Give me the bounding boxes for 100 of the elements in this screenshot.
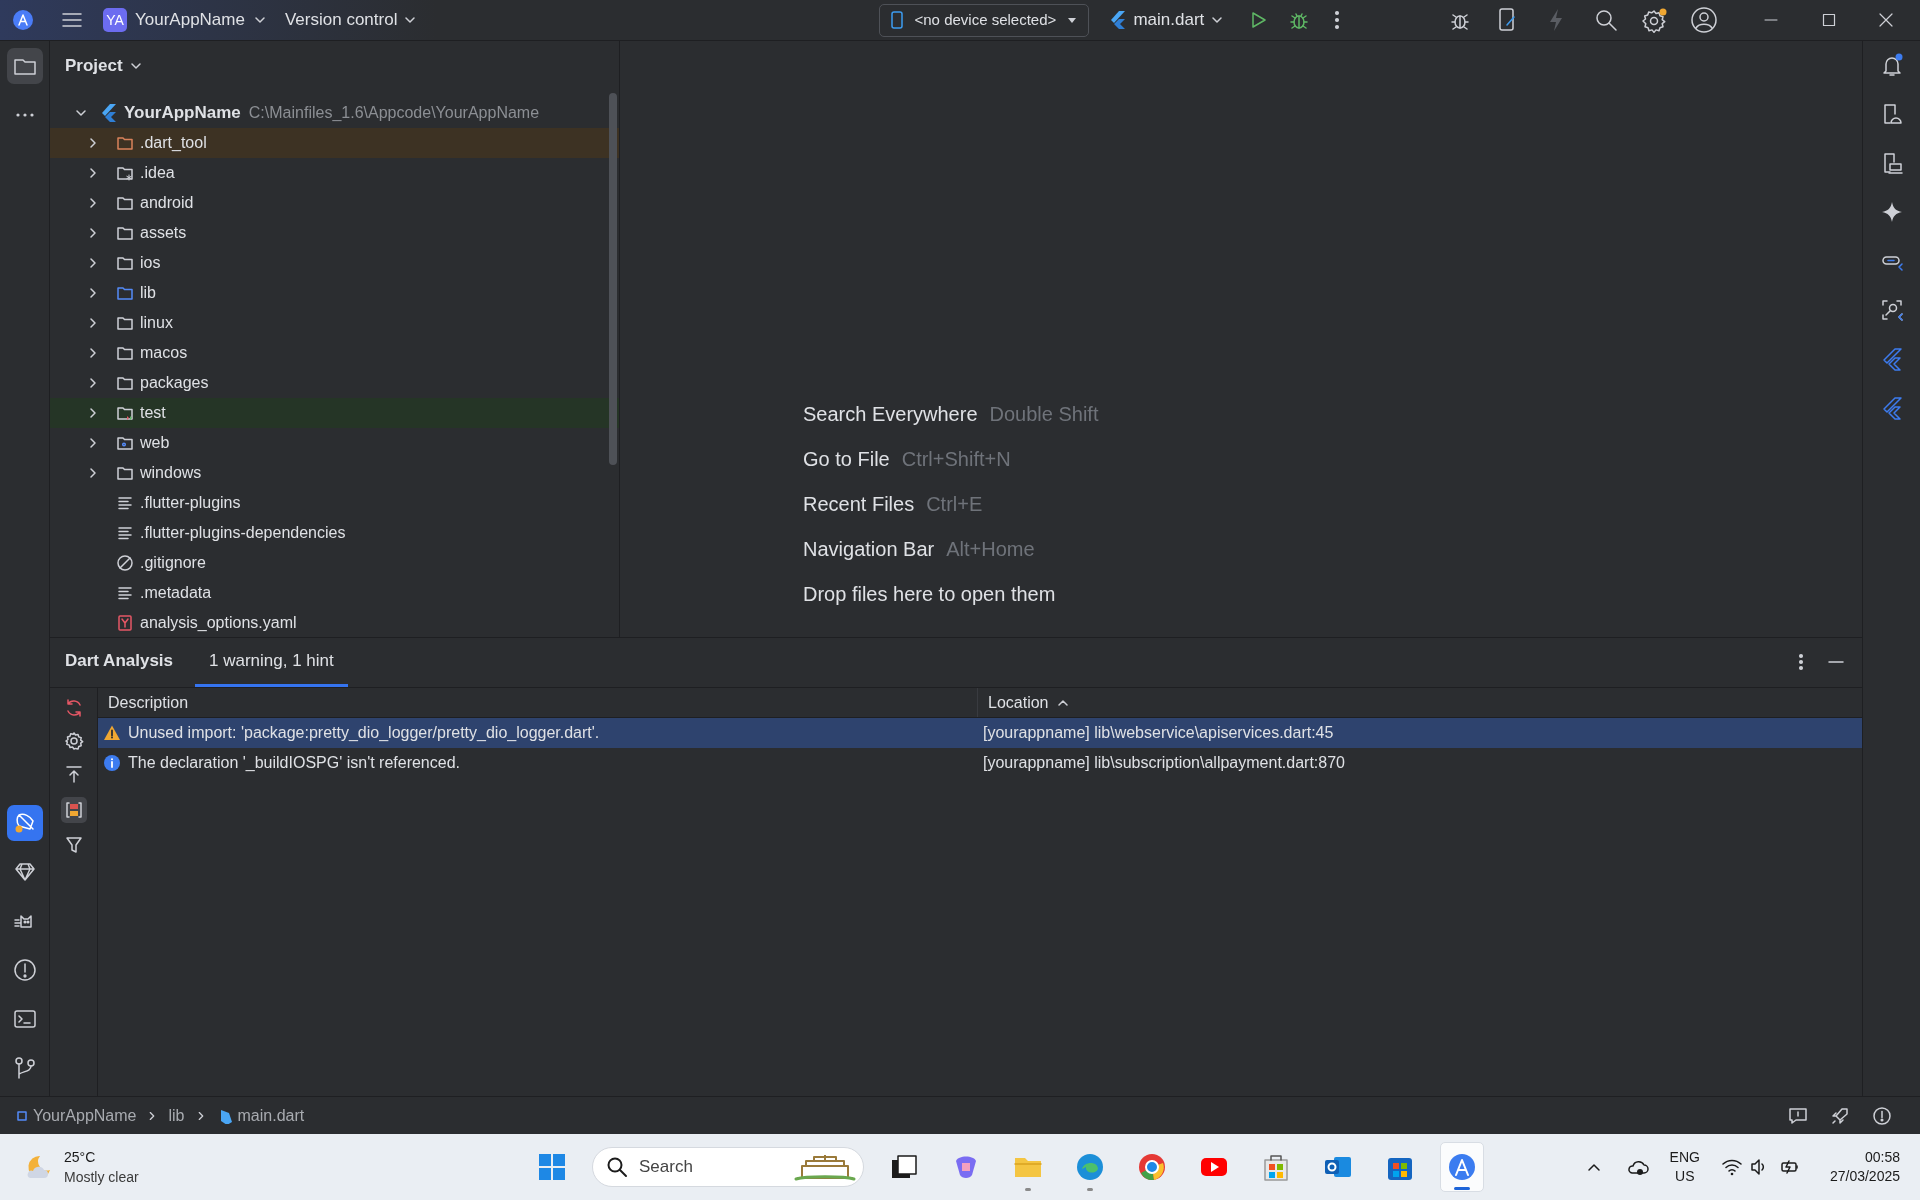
browser-icon — [1074, 1151, 1106, 1183]
hint-action: Drop files here to open them — [803, 582, 1056, 607]
breadcrumb[interactable]: YourAppName — [16, 1103, 137, 1128]
folder-icon — [116, 224, 134, 242]
tree-item[interactable]: .dart_tool — [50, 128, 619, 158]
problem-row[interactable]: The declaration '_buildIOSPG' isn't referenced. [yourappname] lib\subscription\allpayment.dart:870 — [98, 748, 1862, 778]
tool-window-button[interactable] — [6, 48, 43, 84]
column-header[interactable]: Description — [98, 688, 978, 717]
hint-action: Search Everywhere — [803, 402, 978, 427]
tree-item[interactable]: web — [50, 428, 619, 458]
folder-icon — [116, 314, 134, 332]
minimize-icon[interactable] — [1828, 660, 1844, 664]
problem-location: [yourappname] lib\webservice\apiservices.dart:45 — [982, 723, 1334, 743]
tree-item[interactable]: .gitignore — [50, 548, 619, 578]
tree-item[interactable]: .flutter-plugins — [50, 488, 619, 518]
file-name: assets — [140, 223, 187, 243]
grouping-icon — [64, 801, 83, 819]
tree-item[interactable]: analysis_options.yaml — [50, 608, 619, 638]
file-name: android — [140, 193, 194, 213]
project-view-selector[interactable]: Project — [65, 53, 143, 79]
file-name: packages — [140, 373, 209, 393]
info-icon — [103, 754, 121, 772]
folder-icon — [116, 374, 134, 392]
folder-icon — [116, 284, 134, 302]
folder-icon — [116, 254, 134, 272]
search-icon — [606, 1156, 628, 1178]
exclamation-icon[interactable] — [1872, 1105, 1892, 1126]
settings-icon[interactable] — [1642, 7, 1668, 33]
project-path: C:\Mainfiles_1.6\Appcode\YourAppName — [248, 103, 540, 123]
file-name: .metadata — [140, 583, 212, 603]
settings-icon[interactable] — [63, 731, 84, 751]
tree-item[interactable]: windows — [50, 458, 619, 488]
tab[interactable]: 1 warning, 1 hint — [195, 637, 348, 687]
breadcrumb[interactable]: lib — [168, 1103, 185, 1128]
text-file-icon — [116, 524, 134, 542]
column-header[interactable]: Location — [978, 688, 1069, 717]
filter-icon[interactable] — [64, 836, 83, 854]
version-control-menu[interactable]: Version control — [284, 7, 418, 33]
hint-action: Recent Files — [803, 492, 915, 517]
hint-shortcut: Ctrl+E — [926, 492, 983, 517]
close-icon[interactable] — [1878, 12, 1894, 28]
hint-shortcut: Double Shift — [989, 402, 1099, 427]
taskbar-search-field[interactable]: Search — [592, 1147, 864, 1187]
android-studio-icon — [1446, 1151, 1478, 1183]
tree-item[interactable]: android — [50, 188, 619, 218]
device-selector[interactable]: <no device selected> — [879, 3, 1090, 37]
folder-icon — [116, 344, 134, 362]
tree-item[interactable]: .flutter-plugins-dependencies — [50, 518, 619, 548]
tree-item[interactable]: ios — [50, 248, 619, 278]
file-name: test — [140, 403, 166, 423]
project-name: YourAppName — [124, 102, 241, 125]
problem-description: The declaration '_buildIOSPG' isn't referenced. — [128, 753, 460, 773]
tree-item[interactable]: .metadata — [50, 578, 619, 608]
text-file-icon — [116, 584, 134, 602]
hint-action: Go to File — [803, 447, 890, 472]
folder-icon — [116, 434, 134, 452]
project-badge: YA — [103, 8, 127, 32]
more-vertical-icon[interactable] — [1798, 653, 1804, 671]
wifi-icon[interactable] — [1721, 1158, 1742, 1176]
file-name: lib — [140, 283, 156, 303]
clock-button[interactable]: 00:58 27/03/2025 — [1829, 1148, 1900, 1186]
tree-item[interactable]: .idea — [50, 158, 619, 188]
tree-item[interactable]: assets — [50, 218, 619, 248]
scrollbar[interactable] — [609, 93, 617, 465]
device-edit-icon[interactable] — [1498, 7, 1518, 33]
browser-icon — [1136, 1151, 1168, 1183]
group-toggle-button[interactable] — [60, 797, 87, 823]
breadcrumb[interactable]: main.dart — [216, 1103, 305, 1128]
rocket-icon[interactable] — [1830, 1105, 1850, 1126]
exclamation-icon — [11, 957, 38, 983]
folder-icon — [116, 404, 134, 422]
tree-item[interactable]: lib — [50, 278, 619, 308]
scroll-to-top-icon[interactable] — [63, 764, 84, 784]
hint-shortcut: Ctrl+Shift+N — [901, 447, 1011, 472]
inspector-icon[interactable] — [1879, 298, 1904, 322]
run-configuration[interactable]: main.dart — [1109, 7, 1225, 33]
tree-item[interactable]: packages — [50, 368, 619, 398]
ignore-file-icon — [116, 554, 134, 572]
battery-icon[interactable] — [1779, 1158, 1800, 1176]
temperature: 25°C — [64, 1148, 97, 1167]
file-name: .flutter-plugins — [140, 493, 241, 513]
app-name-dropdown[interactable]: YA YourAppName — [103, 7, 267, 33]
input-language-button[interactable]: ENG US — [1669, 1148, 1700, 1186]
more-vertical-icon[interactable] — [1334, 10, 1341, 30]
android-studio-logo-icon[interactable] — [12, 9, 34, 31]
maximize-icon[interactable] — [1822, 13, 1836, 27]
menu-icon[interactable] — [61, 11, 83, 29]
module-icon — [16, 1109, 28, 1122]
folder-icon — [116, 464, 134, 482]
tree-item[interactable]: test — [50, 398, 619, 428]
tree-item[interactable]: macos — [50, 338, 619, 368]
tool-window-button[interactable] — [6, 805, 43, 841]
account-icon[interactable] — [1690, 6, 1718, 34]
flutter-icon — [100, 103, 118, 123]
more-horizontal-icon — [14, 112, 35, 118]
search-icon[interactable] — [1594, 8, 1618, 32]
file-name: .idea — [140, 163, 175, 183]
tree-item[interactable]: linux — [50, 308, 619, 338]
comment-icon[interactable] — [1788, 1105, 1808, 1126]
problem-row[interactable]: Unused import: 'package:pretty_dio_logger/pretty_dio_logger.dart'. [yourappname] lib\webservice\apiservices.dart:45 — [98, 718, 1862, 748]
